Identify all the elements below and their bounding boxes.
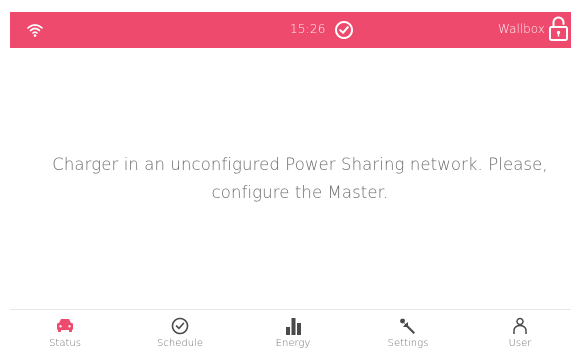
wrench-icon [400,318,415,334]
nav-item-settings[interactable]: Settings [368,311,448,351]
car-icon [57,319,73,332]
check-circle-icon [335,21,353,39]
status-message-line-2: configure the Master. [211,183,389,202]
nav-label-schedule: Schedule [157,338,203,349]
nav-label-status: Status [49,338,81,349]
charger-screen: 15:26 Wallbox Charger in an unconfigured… [0,0,571,351]
nav-divider [10,309,571,310]
top-status-bar: 15:26 Wallbox [10,12,571,48]
nav-item-schedule[interactable]: Schedule [140,311,220,351]
nav-label-settings: Settings [387,338,429,349]
bottom-navigation: Status Schedule Energy Settings User [10,311,571,351]
status-message-line-1: Charger in an unconfigured Power Sharing… [52,155,548,174]
nav-label-user: User [508,338,532,349]
unlock-icon[interactable] [548,16,569,42]
nav-item-user[interactable]: User [480,311,560,351]
user-icon [513,317,527,334]
clock-time: 15:26 [290,22,326,36]
clock-icon [171,317,189,335]
nav-label-energy: Energy [275,338,311,349]
nav-item-energy[interactable]: Energy [253,311,333,351]
nav-item-status[interactable]: Status [25,311,105,351]
bar-chart-icon [286,318,301,335]
device-name: Wallbox [498,22,545,36]
wifi-icon [27,24,43,37]
status-message: Charger in an unconfigured Power Sharing… [40,151,560,207]
